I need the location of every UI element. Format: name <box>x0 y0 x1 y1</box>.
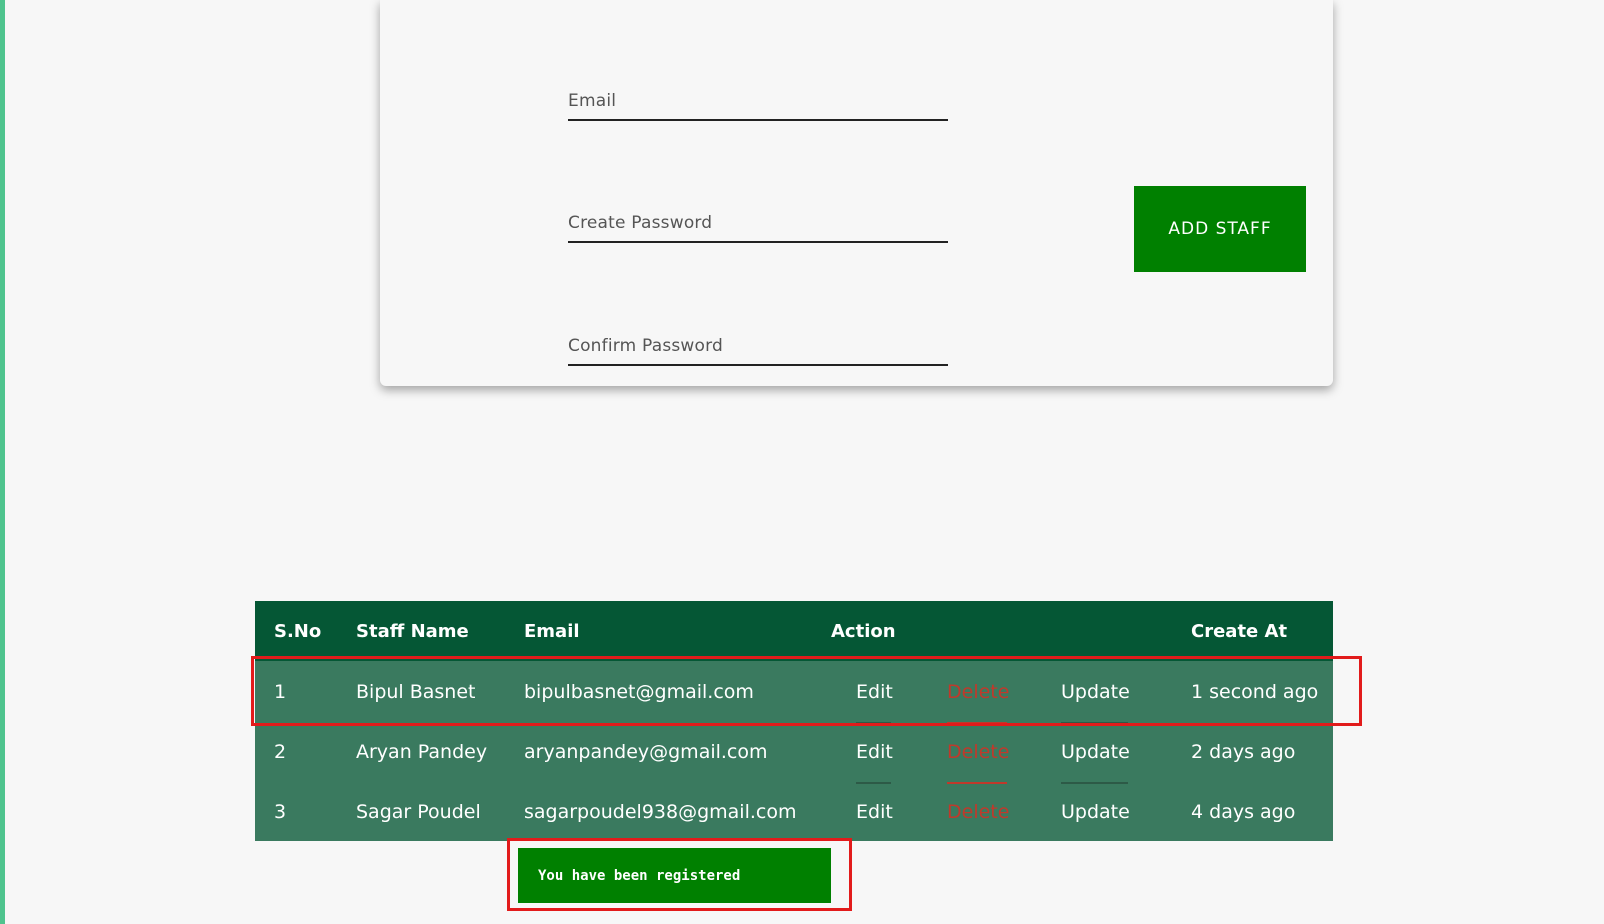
table-row: 2 Aryan Pandey aryanpandey@gmail.com Edi… <box>255 721 1333 784</box>
row-sno: 2 <box>274 741 287 763</box>
left-accent-strip <box>0 0 5 924</box>
row-email: sagarpoudel938@gmail.com <box>524 801 797 823</box>
row-staff-name: Aryan Pandey <box>356 741 488 763</box>
toast-highlight-box <box>507 838 852 911</box>
row-highlight-box <box>251 656 1362 726</box>
confirm-password-field[interactable]: Confirm Password <box>568 330 948 366</box>
confirm-password-placeholder: Confirm Password <box>568 336 724 356</box>
delete-link[interactable]: Delete <box>947 741 1009 763</box>
edit-link[interactable]: Edit <box>856 801 893 823</box>
add-staff-form: Email Create Password Confirm Password A… <box>380 0 1333 386</box>
row-created-at: 4 days ago <box>1191 801 1296 823</box>
table-row: 3 Sagar Poudel sagarpoudel938@gmail.com … <box>255 781 1333 841</box>
header-staff-name: Staff Name <box>356 621 469 642</box>
header-sno: S.No <box>274 621 322 642</box>
create-password-field[interactable]: Create Password <box>568 207 948 243</box>
update-link[interactable]: Update <box>1061 741 1130 763</box>
row-email: aryanpandey@gmail.com <box>524 741 768 763</box>
header-email: Email <box>524 621 580 642</box>
row-staff-name: Sagar Poudel <box>356 801 481 823</box>
create-password-placeholder: Create Password <box>568 213 713 233</box>
edit-link[interactable]: Edit <box>856 741 893 763</box>
header-create-at: Create At <box>1191 621 1288 642</box>
delete-link[interactable]: Delete <box>947 801 1009 823</box>
email-field[interactable]: Email <box>568 85 948 121</box>
table-header: S.No Staff Name Email Action Create At <box>255 601 1333 661</box>
add-staff-button[interactable]: ADD STAFF <box>1134 186 1306 272</box>
header-action: Action <box>831 621 896 642</box>
email-placeholder: Email <box>568 91 617 111</box>
row-created-at: 2 days ago <box>1191 741 1296 763</box>
update-link[interactable]: Update <box>1061 801 1130 823</box>
row-sno: 3 <box>274 801 287 823</box>
